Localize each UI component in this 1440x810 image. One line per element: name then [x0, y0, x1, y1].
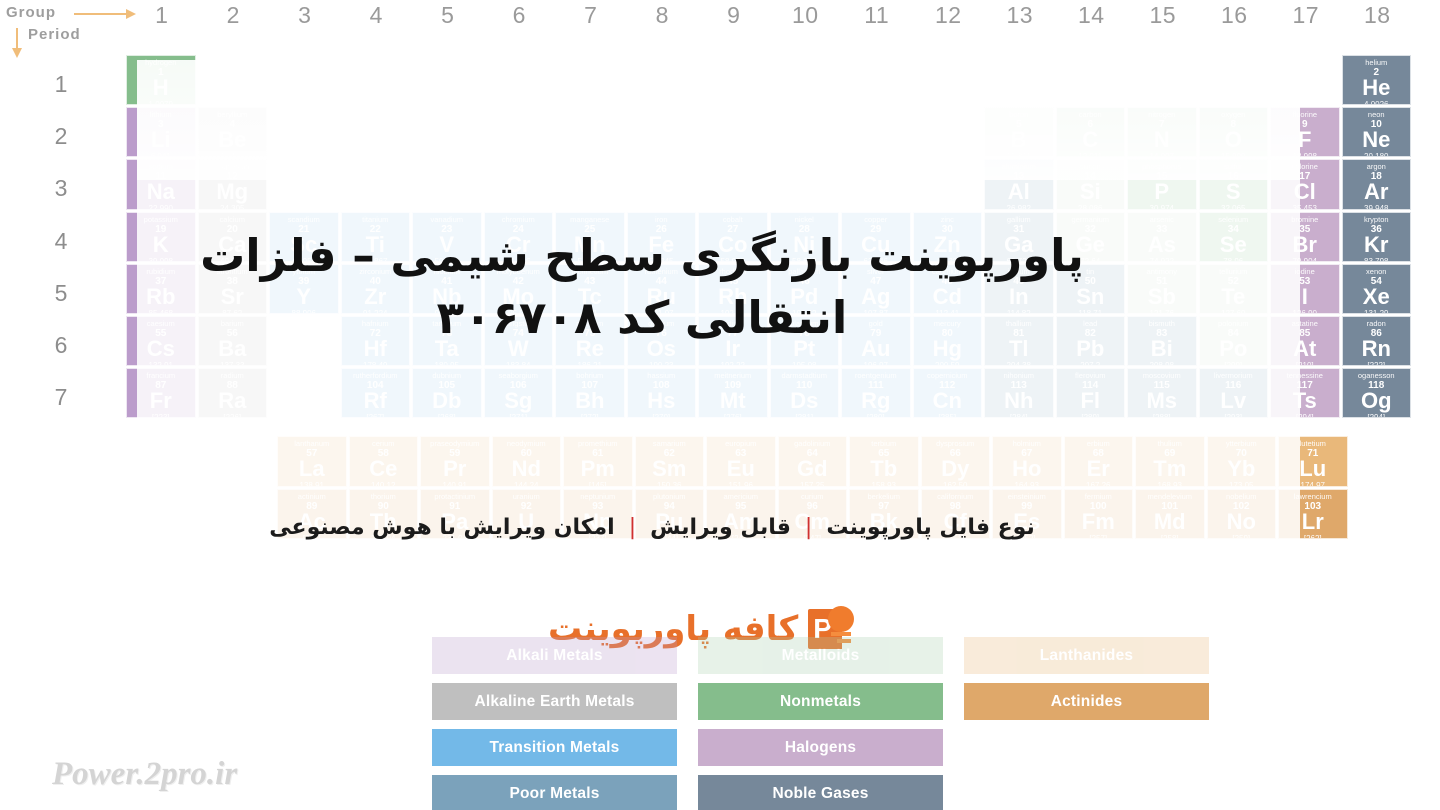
- element-symbol: Ar: [1364, 179, 1389, 205]
- period-number-4: 4: [54, 227, 68, 254]
- group-number-1: 1: [155, 2, 169, 28]
- period-number-6: 6: [54, 332, 68, 358]
- element-atomic-mass: 131.29: [1364, 308, 1389, 314]
- element-symbol: Xe: [1362, 283, 1390, 309]
- element-cell-Ne: neon 10 Ne 20.180: [1341, 107, 1411, 158]
- period-number-2: 2: [54, 123, 68, 150]
- element-symbol: F: [1298, 127, 1312, 153]
- legend-chip-alkali-metals[interactable]: Alkali Metals: [432, 637, 677, 674]
- element-cell-Og: oganesson 118 Og [294]: [1341, 368, 1411, 419]
- legend-chip-nonmetals[interactable]: Nonmetals: [698, 683, 943, 720]
- element-cell-He: helium 2 He 4.0026: [1341, 55, 1411, 106]
- subtitle-item-editable: قابل ویرایش: [650, 515, 791, 540]
- element-symbol: Rn: [1361, 336, 1391, 361]
- subtitle-separator-1: |: [804, 515, 813, 540]
- element-name: krypton: [1363, 214, 1389, 224]
- legend-chip-metalloids[interactable]: Metalloids: [698, 637, 943, 674]
- element-atomic-mass: [294]: [1367, 413, 1386, 419]
- element-symbol: Ne: [1362, 127, 1391, 153]
- group-number-6: 6: [512, 2, 526, 28]
- legend-row: Poor Metals Noble Gases: [432, 775, 1242, 810]
- element-atomic-mass: 20.180: [1364, 152, 1389, 158]
- legend-chip-transition-metals[interactable]: Transition Metals: [432, 729, 677, 766]
- group-axis-label: Group: [6, 4, 56, 21]
- subtitle-bar: نوع فایل پاورپوینت | قابل ویرایش | امکان…: [137, 515, 1167, 540]
- legend-chip-empty: [964, 729, 1209, 766]
- element-atomic-mass: 4.0026: [1364, 100, 1389, 106]
- element-symbol: Og: [1360, 388, 1392, 414]
- site-watermark: Power.2pro.ir: [52, 756, 238, 792]
- element-name: xenon: [1366, 266, 1387, 276]
- legend-chip-noble-gases[interactable]: Noble Gases: [698, 775, 943, 810]
- group-arrow-icon: [74, 9, 136, 19]
- group-number-11: 11: [864, 2, 890, 28]
- title-line-2: انتقالی کد ۳۰۶۷۰۸: [436, 291, 848, 344]
- group-number-16: 16: [1220, 2, 1248, 28]
- legend-row: Alkali Metals Metalloids Lanthanides: [432, 637, 1242, 674]
- period-number-7: 7: [54, 384, 68, 411]
- element-atomic-mass: 39.948: [1364, 204, 1389, 210]
- group-number-5: 5: [441, 2, 455, 28]
- element-name: lutetium: [1299, 439, 1326, 449]
- category-legend: Alkali Metals Metalloids Lanthanides Alkali…: [432, 637, 1242, 810]
- legend-chip-alkaline-earth-metals[interactable]: Alkaline Earth Metals: [432, 683, 677, 720]
- legend-chip-poor-metals[interactable]: Poor Metals: [432, 775, 677, 810]
- subtitle-separator-2: |: [628, 515, 637, 540]
- group-number-9: 9: [727, 2, 741, 28]
- element-atomic-mass: [262]: [1303, 533, 1322, 539]
- group-number-17: 17: [1292, 2, 1320, 28]
- element-cell-Kr: krypton 36 Kr 83.798: [1341, 211, 1411, 262]
- group-number-12: 12: [934, 2, 962, 28]
- subtitle-item-file-type: نوع فایل پاورپوینت: [826, 515, 1035, 540]
- group-number-18: 18: [1363, 2, 1391, 28]
- group-number-13: 13: [1006, 2, 1034, 28]
- legend-chip-actinides[interactable]: Actinides: [964, 683, 1209, 720]
- element-symbol: Lr: [1301, 508, 1324, 534]
- element-symbol: Kr: [1364, 231, 1389, 257]
- period-number-3: 3: [54, 175, 68, 202]
- legend-chip-lanthanides[interactable]: Lanthanides: [964, 637, 1209, 674]
- period-number-5: 5: [54, 279, 68, 306]
- group-number-8: 8: [655, 2, 669, 28]
- element-cell-Rn: radon 86 Rn [222]: [1341, 316, 1411, 367]
- element-atomic-mass: [222]: [1367, 361, 1386, 367]
- element-symbol: Lu: [1299, 456, 1327, 482]
- element-name: oganesson: [1357, 371, 1395, 381]
- legend-row: Alkaline Earth Metals Nonmetals Actinides: [432, 683, 1242, 720]
- element-cell-Ar: argon 18 Ar 39.948: [1341, 159, 1411, 210]
- group-number-10: 10: [791, 2, 819, 28]
- legend-chip-halogens[interactable]: Halogens: [698, 729, 943, 766]
- legend-chip-empty: [964, 775, 1209, 810]
- group-number-2: 2: [226, 2, 240, 28]
- element-atomic-mass: 83.798: [1364, 256, 1389, 262]
- element-name: argon: [1366, 162, 1386, 172]
- element-symbol: He: [1362, 75, 1391, 100]
- period-number-1: 1: [54, 71, 68, 97]
- element-cell-Xe: xenon 54 Xe 131.29: [1341, 263, 1411, 314]
- period-arrow-icon: [12, 28, 22, 58]
- element-name: neon: [1367, 110, 1385, 120]
- element-symbol: I: [1301, 283, 1308, 309]
- group-number-7: 7: [584, 2, 598, 28]
- group-number-3: 3: [298, 2, 312, 28]
- element-atomic-mass: 174.97: [1300, 481, 1325, 487]
- slide-canvas: 1 2 3 4 5 6 7 8 9 10 11 12 13 14 15 16 17 18 1234567 Grou…: [0, 0, 1440, 810]
- group-number-15: 15: [1149, 2, 1177, 28]
- period-axis-label: Period: [28, 26, 81, 43]
- subtitle-item-ai-editable: امکان ویرایش با هوش مصنوعی: [269, 515, 615, 540]
- legend-row: Transition Metals Halogens: [432, 729, 1242, 766]
- page-title: پاورپوینت بازنگری سطح شیمی – فلزات انتقا…: [137, 225, 1147, 349]
- group-number-14: 14: [1077, 2, 1105, 28]
- element-name: radon: [1366, 319, 1386, 328]
- element-name: helium: [1365, 58, 1388, 67]
- group-number-4: 4: [369, 2, 383, 28]
- title-line-1: پاورپوینت بازنگری سطح شیمی – فلزات: [200, 229, 1084, 282]
